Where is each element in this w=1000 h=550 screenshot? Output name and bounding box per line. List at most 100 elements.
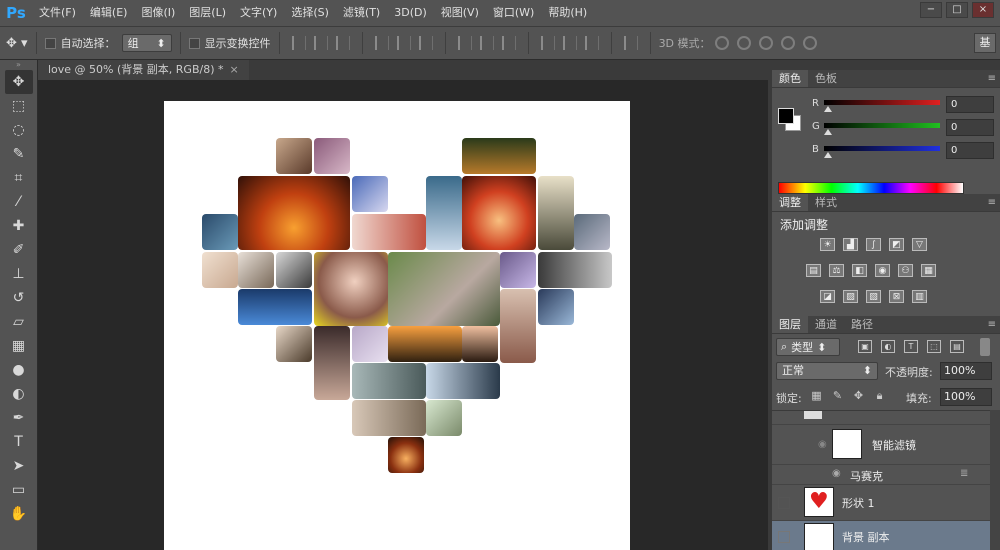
lock-transparency-icon[interactable]: ▦: [810, 389, 823, 402]
menu-select[interactable]: 选择(S): [284, 0, 336, 26]
panel-menu-icon[interactable]: ≡: [988, 73, 996, 84]
toolbox-grip[interactable]: »: [0, 60, 37, 70]
move-tool-icon[interactable]: ✥: [4, 70, 33, 94]
foreground-color-swatch[interactable]: [778, 108, 794, 124]
3d-rotate-icon[interactable]: [714, 36, 729, 50]
tab-styles[interactable]: 样式: [808, 194, 844, 211]
layer-row-partial[interactable]: [772, 411, 990, 425]
distribute-bottom-icon[interactable]: [501, 36, 516, 50]
menu-type[interactable]: 文字(Y): [233, 0, 284, 26]
document-tab[interactable]: love @ 50% (背景 副本, RGB/8) * ×: [38, 60, 249, 80]
g-slider-handle[interactable]: [824, 129, 832, 135]
exposure-icon[interactable]: ◩: [889, 238, 904, 251]
history-brush-tool-icon[interactable]: ↺: [5, 286, 33, 310]
align-top-icon[interactable]: [291, 36, 306, 50]
3d-slide-icon[interactable]: [780, 36, 795, 50]
layer-row-mosaic-filter[interactable]: ◉ 马赛克 ≣: [772, 465, 990, 485]
color-lookup-icon[interactable]: ▦: [921, 264, 936, 277]
minimize-button[interactable]: −: [920, 2, 942, 18]
menu-file[interactable]: 文件(F): [32, 0, 83, 26]
panel-menu-icon[interactable]: ≡: [988, 319, 996, 330]
g-value-input[interactable]: 0: [946, 119, 994, 136]
b-slider-track[interactable]: [824, 146, 940, 151]
layer-filter-dropdown[interactable]: ⌕ 类型 ⬍: [776, 338, 840, 356]
panel-menu-icon[interactable]: ≡: [988, 197, 996, 208]
gradient-tool-icon[interactable]: ▦: [5, 334, 33, 358]
fill-input[interactable]: 100%: [940, 388, 992, 406]
tab-adjustments[interactable]: 调整: [772, 194, 808, 211]
black-white-icon[interactable]: ◧: [852, 264, 867, 277]
maximize-button[interactable]: □: [946, 2, 968, 18]
filter-pixel-icon[interactable]: ▣: [858, 340, 872, 353]
auto-select-checkbox[interactable]: [44, 37, 56, 49]
curves-icon[interactable]: ∫: [866, 238, 881, 251]
channel-mixer-icon[interactable]: ⚇: [898, 264, 913, 277]
distribute-hcenter-icon[interactable]: [562, 36, 577, 50]
opacity-input[interactable]: 100%: [940, 362, 992, 380]
layer-row-background-copy[interactable]: 背景 副本: [772, 521, 990, 550]
lock-position-icon[interactable]: ✥: [852, 389, 865, 402]
photo-filter-icon[interactable]: ◉: [875, 264, 890, 277]
align-bottom-icon[interactable]: [335, 36, 350, 50]
3d-scale-icon[interactable]: [802, 36, 817, 50]
blend-mode-dropdown[interactable]: 正常 ⬍: [776, 362, 878, 380]
tab-swatches[interactable]: 色板: [808, 70, 844, 87]
shape-tool-icon[interactable]: ▭: [5, 478, 33, 502]
menu-help[interactable]: 帮助(H): [541, 0, 594, 26]
menu-3d[interactable]: 3D(D): [387, 0, 434, 26]
blur-tool-icon[interactable]: ●: [5, 358, 33, 382]
threshold-icon[interactable]: ▧: [866, 290, 881, 303]
hue-saturation-icon[interactable]: ▤: [806, 264, 821, 277]
align-hcenter-icon[interactable]: [396, 36, 411, 50]
layer-row-shape[interactable]: ♥ 形状 1: [772, 485, 990, 521]
visibility-toggle[interactable]: [778, 497, 790, 509]
tab-layers[interactable]: 图层: [772, 316, 808, 333]
menu-window[interactable]: 窗口(W): [486, 0, 541, 26]
distribute-left-icon[interactable]: [540, 36, 555, 50]
r-slider-handle[interactable]: [824, 106, 832, 112]
levels-icon[interactable]: ▟: [843, 238, 858, 251]
auto-align-icon[interactable]: [623, 36, 638, 50]
invert-icon[interactable]: ◪: [820, 290, 835, 303]
quick-select-tool-icon[interactable]: ✎: [5, 142, 33, 166]
color-spectrum-bar[interactable]: [778, 182, 964, 194]
document-canvas[interactable]: [164, 101, 630, 550]
workspace-button[interactable]: 基: [974, 33, 996, 53]
menu-image[interactable]: 图像(I): [134, 0, 182, 26]
hand-tool-icon[interactable]: ✋: [5, 502, 33, 526]
type-tool-icon[interactable]: T: [5, 430, 33, 454]
menu-filter[interactable]: 滤镜(T): [336, 0, 387, 26]
tab-channels[interactable]: 通道: [808, 316, 844, 333]
filter-shape-icon[interactable]: ⬚: [927, 340, 941, 353]
show-transform-checkbox[interactable]: [188, 37, 200, 49]
b-value-input[interactable]: 0: [946, 142, 994, 159]
r-slider-track[interactable]: [824, 100, 940, 105]
healing-brush-tool-icon[interactable]: ✚: [5, 214, 33, 238]
filter-adjustment-icon[interactable]: ◐: [881, 340, 895, 353]
tab-paths[interactable]: 路径: [844, 316, 880, 333]
brightness-icon[interactable]: ☀: [820, 238, 835, 251]
menu-edit[interactable]: 编辑(E): [83, 0, 135, 26]
distribute-vcenter-icon[interactable]: [479, 36, 494, 50]
vibrance-icon[interactable]: ▽: [912, 238, 927, 251]
layer-row-smart-filters[interactable]: ◉ 智能滤镜: [772, 425, 990, 465]
layer-list-scrollbar[interactable]: [990, 410, 1000, 550]
gradient-map-icon[interactable]: ▥: [912, 290, 927, 303]
move-tool-icon[interactable]: ✥ ▾: [6, 36, 28, 51]
align-right-icon[interactable]: [418, 36, 433, 50]
filter-smart-object-icon[interactable]: ▤: [950, 340, 964, 353]
distribute-top-icon[interactable]: [457, 36, 472, 50]
distribute-right-icon[interactable]: [584, 36, 599, 50]
tab-color[interactable]: 颜色: [772, 70, 808, 87]
posterize-icon[interactable]: ▨: [843, 290, 858, 303]
visibility-toggle[interactable]: [778, 531, 790, 543]
menu-layer[interactable]: 图层(L): [182, 0, 233, 26]
marquee-tool-icon[interactable]: ⬚: [5, 94, 33, 118]
close-button[interactable]: ×: [972, 2, 994, 18]
lock-all-icon[interactable]: 🔒︎: [873, 389, 886, 402]
canvas-area[interactable]: [38, 80, 768, 550]
filter-options-icon[interactable]: ≣: [960, 468, 968, 479]
eyedropper-tool-icon[interactable]: ⁄: [5, 190, 33, 214]
color-balance-icon[interactable]: ⚖: [829, 264, 844, 277]
align-vcenter-icon[interactable]: [313, 36, 328, 50]
